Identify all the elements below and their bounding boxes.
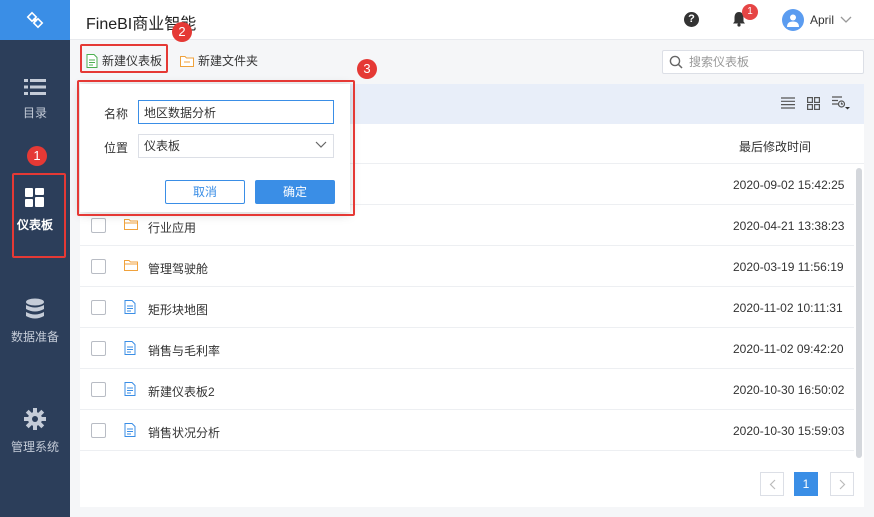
table-row[interactable]: 矩形块地图 2020-11-02 10:11:31 (80, 287, 854, 328)
notification-badge: 1 (742, 4, 758, 20)
chevron-down-icon (840, 16, 852, 23)
chevron-left-icon (769, 479, 775, 489)
sidebar-item-data-prep[interactable]: 数据准备 (0, 298, 70, 345)
search-input[interactable] (689, 55, 849, 69)
row-time: 2020-11-02 09:42:20 (733, 342, 844, 356)
row-checkbox[interactable] (91, 423, 106, 438)
row-name[interactable]: 新建仪表板2 (148, 383, 215, 400)
sidebar: 目录 仪表板 数据准备 管理系统 (0, 0, 70, 517)
row-time: 2020-11-02 10:11:31 (733, 301, 843, 315)
row-time: 2020-04-21 13:38:23 (733, 219, 845, 233)
annotation-number-1: 1 (27, 146, 47, 166)
row-time: 2020-10-30 15:59:03 (733, 424, 845, 438)
dashboard-file-icon (124, 341, 136, 355)
annotation-number-2: 2 (172, 22, 192, 42)
table-row[interactable]: 新建仪表板2 2020-10-30 16:50:02 (80, 369, 854, 410)
new-folder-label: 新建文件夹 (198, 54, 259, 68)
new-folder-icon (180, 55, 194, 67)
column-modified-time[interactable]: 最后修改时间 (739, 138, 811, 155)
new-folder-button[interactable]: 新建文件夹 (180, 52, 258, 69)
user-menu[interactable]: April (782, 9, 852, 31)
list-icon (24, 79, 46, 95)
search-box[interactable] (662, 50, 864, 74)
annotation-box-1 (12, 173, 66, 258)
row-time: 2020-03-19 11:56:19 (733, 260, 844, 274)
row-time: 2020-09-02 15:42:25 (733, 178, 845, 192)
avatar (782, 9, 804, 31)
table-row[interactable]: 销售状况分析 2020-10-30 15:59:03 (80, 410, 854, 451)
row-name[interactable]: 销售与毛利率 (148, 342, 220, 359)
user-icon (787, 14, 799, 27)
folder-icon (124, 260, 138, 271)
list-view-icon[interactable] (781, 97, 795, 112)
row-name[interactable]: 管理驾驶舱 (148, 260, 208, 277)
next-page-button[interactable] (830, 472, 854, 496)
help-icon[interactable]: ? (684, 12, 699, 27)
row-time: 2020-10-30 16:50:02 (733, 383, 845, 397)
page-number-button[interactable]: 1 (794, 472, 818, 496)
gear-icon (24, 408, 46, 430)
database-icon (26, 298, 44, 319)
sidebar-item-admin[interactable]: 管理系统 (0, 408, 70, 455)
sidebar-item-catalog[interactable]: 目录 (0, 78, 70, 121)
toolbar: 新建仪表板 新建文件夹 (70, 40, 874, 84)
sidebar-item-label: 管理系统 (10, 440, 59, 454)
grid-view-icon[interactable] (807, 96, 821, 113)
folder-icon (124, 219, 138, 230)
sidebar-item-label: 目录 (22, 106, 47, 120)
row-name[interactable]: 销售状况分析 (148, 424, 220, 441)
dashboard-file-icon (124, 423, 136, 437)
row-name[interactable]: 行业应用 (148, 219, 196, 236)
sort-icon[interactable] (832, 96, 850, 113)
row-checkbox[interactable] (91, 259, 106, 274)
search-icon (669, 55, 683, 69)
table-row[interactable]: 管理驾驶舱 2020-03-19 11:56:19 (80, 246, 854, 287)
table-row[interactable]: 销售与毛利率 2020-11-02 09:42:20 (80, 328, 854, 369)
row-name[interactable]: 矩形块地图 (148, 301, 208, 318)
annotation-number-3: 3 (357, 59, 377, 79)
row-checkbox[interactable] (91, 382, 106, 397)
annotation-box-3 (77, 80, 355, 216)
chevron-right-icon (839, 479, 845, 489)
dashboard-file-icon (124, 300, 136, 314)
row-checkbox[interactable] (91, 218, 106, 233)
row-checkbox[interactable] (91, 300, 106, 315)
app-logo[interactable] (0, 0, 70, 40)
scrollbar[interactable] (856, 168, 862, 458)
prev-page-button[interactable] (760, 472, 784, 496)
user-name: April (810, 13, 835, 27)
logo-icon (26, 11, 44, 29)
annotation-box-2 (80, 44, 168, 73)
row-checkbox[interactable] (91, 341, 106, 356)
sidebar-item-label: 数据准备 (10, 330, 59, 344)
dashboard-file-icon (124, 382, 136, 396)
